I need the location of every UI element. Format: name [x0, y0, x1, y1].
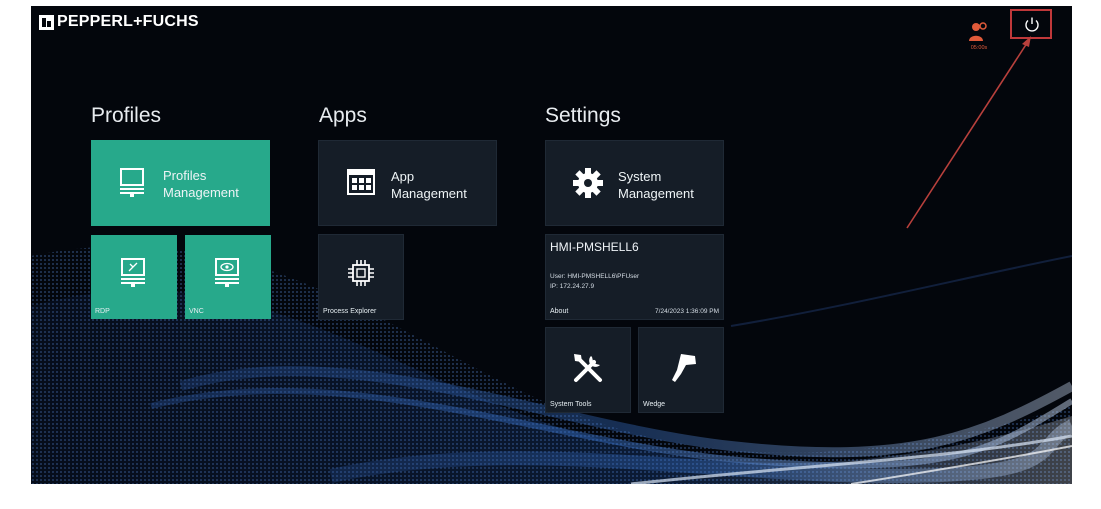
system-management-line1: System [618, 169, 662, 184]
profiles-management-line1: Profiles [163, 168, 207, 183]
system-management-tile[interactable]: System Management [545, 140, 724, 226]
section-title-settings: Settings [545, 104, 621, 127]
device-hostname: HMI-PMSHELL6 [550, 240, 639, 254]
app-management-tile[interactable]: App Management [318, 140, 497, 226]
app-grid-icon [347, 169, 375, 195]
desktop-screen: PEPPERL+FUCHS 05:00s Profiles Apps Setti… [31, 6, 1072, 484]
app-management-line2: Management [391, 186, 467, 201]
system-tools-tile[interactable]: System Tools [545, 327, 631, 413]
section-title-apps: Apps [319, 104, 367, 127]
scanner-icon [672, 354, 696, 382]
vnc-tile[interactable]: VNC [185, 235, 271, 319]
process-explorer-label: Process Explorer [323, 308, 377, 315]
section-title-profiles: Profiles [91, 104, 162, 127]
rdp-icon [121, 258, 145, 287]
device-info-tile[interactable]: HMI-PMSHELL6 User: HMI-PMSHELL6\PFUser I… [545, 234, 724, 320]
process-explorer-tile[interactable]: Process Explorer [318, 234, 404, 320]
device-user: User: HMI-PMSHELL6\PFUser [550, 273, 640, 280]
rdp-tile[interactable]: RDP [91, 235, 177, 319]
user-timer-icon[interactable]: 05:00s [968, 21, 988, 51]
brand-name: PEPPERL+FUCHS [57, 13, 199, 30]
brand-logo: PEPPERL+FUCHS [39, 13, 199, 31]
power-icon [1025, 17, 1039, 32]
power-button[interactable] [1010, 9, 1052, 39]
computer-icon [120, 168, 144, 197]
chip-icon [348, 260, 374, 286]
rdp-label: RDP [95, 308, 110, 315]
wedge-label: Wedge [643, 401, 666, 408]
vnc-label: VNC [189, 308, 204, 315]
device-ip: IP: 172.24.27.9 [550, 283, 595, 290]
device-datetime: 7/24/2023 1:36:09 PM [655, 308, 719, 315]
about-link[interactable]: About [550, 308, 568, 315]
logo-mark-icon [39, 14, 54, 30]
wedge-tile[interactable]: Wedge [638, 327, 724, 413]
tools-icon [574, 354, 602, 382]
system-tools-label: System Tools [550, 401, 592, 408]
timer-text: 05:00s [970, 45, 988, 51]
profiles-management-tile[interactable]: Profiles Management [91, 140, 270, 226]
vnc-icon [215, 258, 239, 287]
profiles-management-line2: Management [163, 185, 239, 200]
gear-icon [573, 168, 603, 198]
app-management-line1: App [391, 169, 415, 184]
system-management-line2: Management [618, 186, 694, 201]
